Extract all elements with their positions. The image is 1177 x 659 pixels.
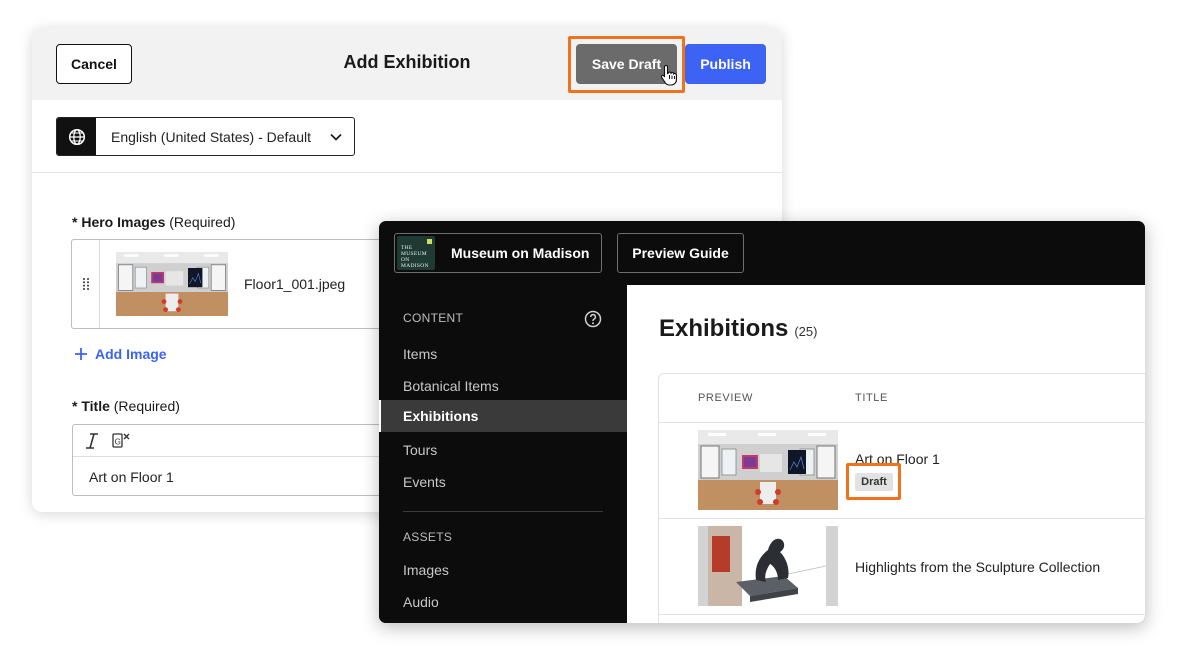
row-divider — [659, 518, 1145, 519]
sidebar-item-exhibitions[interactable]: Exhibitions — [381, 400, 627, 432]
logo-accent — [427, 239, 432, 244]
add-image-label: Add Image — [95, 346, 167, 362]
sidebar-section-content: CONTENT — [403, 311, 464, 325]
row-divider — [659, 614, 1145, 615]
museum-logo: THE MUSEUM ON MADISON — [397, 236, 435, 270]
sidebar-section-assets: ASSETS — [403, 530, 453, 544]
sidebar: CONTENT Items Botanical Items Exhibition… — [379, 285, 627, 623]
publish-button[interactable]: Publish — [685, 44, 766, 84]
chevron-down-icon — [318, 118, 354, 155]
sidebar-item-events[interactable]: Events — [403, 474, 446, 490]
item-count: (25) — [794, 324, 818, 339]
row-title[interactable]: Highlights from the Sculpture Collection — [855, 559, 1100, 575]
hand-cursor-icon — [660, 64, 677, 86]
column-header-preview[interactable]: PREVIEW — [698, 392, 753, 404]
museum-app-panel: THE MUSEUM ON MADISON Museum on Madison … — [379, 221, 1145, 623]
preview-guide-button[interactable]: Preview Guide — [617, 233, 744, 273]
italic-icon[interactable] — [83, 431, 101, 451]
museum-logo-text: THE MUSEUM ON MADISON — [401, 245, 429, 269]
sidebar-item-botanical-items[interactable]: Botanical Items — [403, 378, 499, 394]
gallery-thumbnail — [116, 252, 228, 316]
add-image-button[interactable]: Add Image — [74, 346, 167, 362]
title-editor: G Art on Floor 1 — [72, 424, 402, 496]
globe-icon — [57, 118, 96, 155]
drag-handle-icon[interactable] — [72, 240, 100, 328]
sidebar-item-label: Exhibitions — [403, 408, 479, 424]
sidebar-item-audio[interactable]: Audio — [403, 594, 439, 610]
sidebar-item-items[interactable]: Items — [403, 346, 437, 362]
title-value[interactable]: Art on Floor 1 — [89, 469, 174, 485]
language-value: English (United States) - Default — [111, 128, 311, 145]
row-thumbnail-gallery[interactable] — [698, 430, 838, 510]
language-select[interactable]: English (United States) - Default — [56, 117, 355, 156]
sidebar-item-images[interactable]: Images — [403, 562, 449, 578]
museum-switcher-button[interactable]: THE MUSEUM ON MADISON Museum on Madison — [394, 233, 602, 273]
hero-image-item: Floor1_001.jpeg — [71, 239, 401, 329]
plus-icon — [75, 348, 87, 360]
sidebar-divider — [403, 511, 603, 512]
clear-format-icon[interactable]: G — [111, 431, 131, 451]
column-header-title[interactable]: TITLE — [855, 392, 888, 404]
section-divider — [32, 172, 782, 173]
exhibitions-table: PREVIEW TITLE Art on Floor 1 Draft Highl… — [658, 373, 1145, 623]
help-icon[interactable] — [584, 310, 602, 328]
svg-text:G: G — [115, 438, 121, 447]
header-divider — [659, 422, 1145, 423]
title-label: * Title (Required) — [72, 398, 180, 414]
title-toolbar: G — [73, 425, 401, 457]
hero-images-label: * Hero Images (Required) — [72, 214, 236, 230]
sidebar-item-tours[interactable]: Tours — [403, 442, 437, 458]
hero-filename: Floor1_001.jpeg — [244, 276, 346, 292]
page-heading: Exhibitions (25) — [659, 315, 818, 342]
editor-header: Cancel Add Exhibition Save Draft Publish — [32, 28, 782, 100]
main-content: Exhibitions (25) PREVIEW TITLE Art on Fl… — [627, 285, 1145, 623]
draft-badge-highlight — [846, 463, 901, 500]
row-thumbnail-sculpture[interactable] — [698, 526, 838, 606]
museum-name: Museum on Madison — [451, 245, 590, 261]
